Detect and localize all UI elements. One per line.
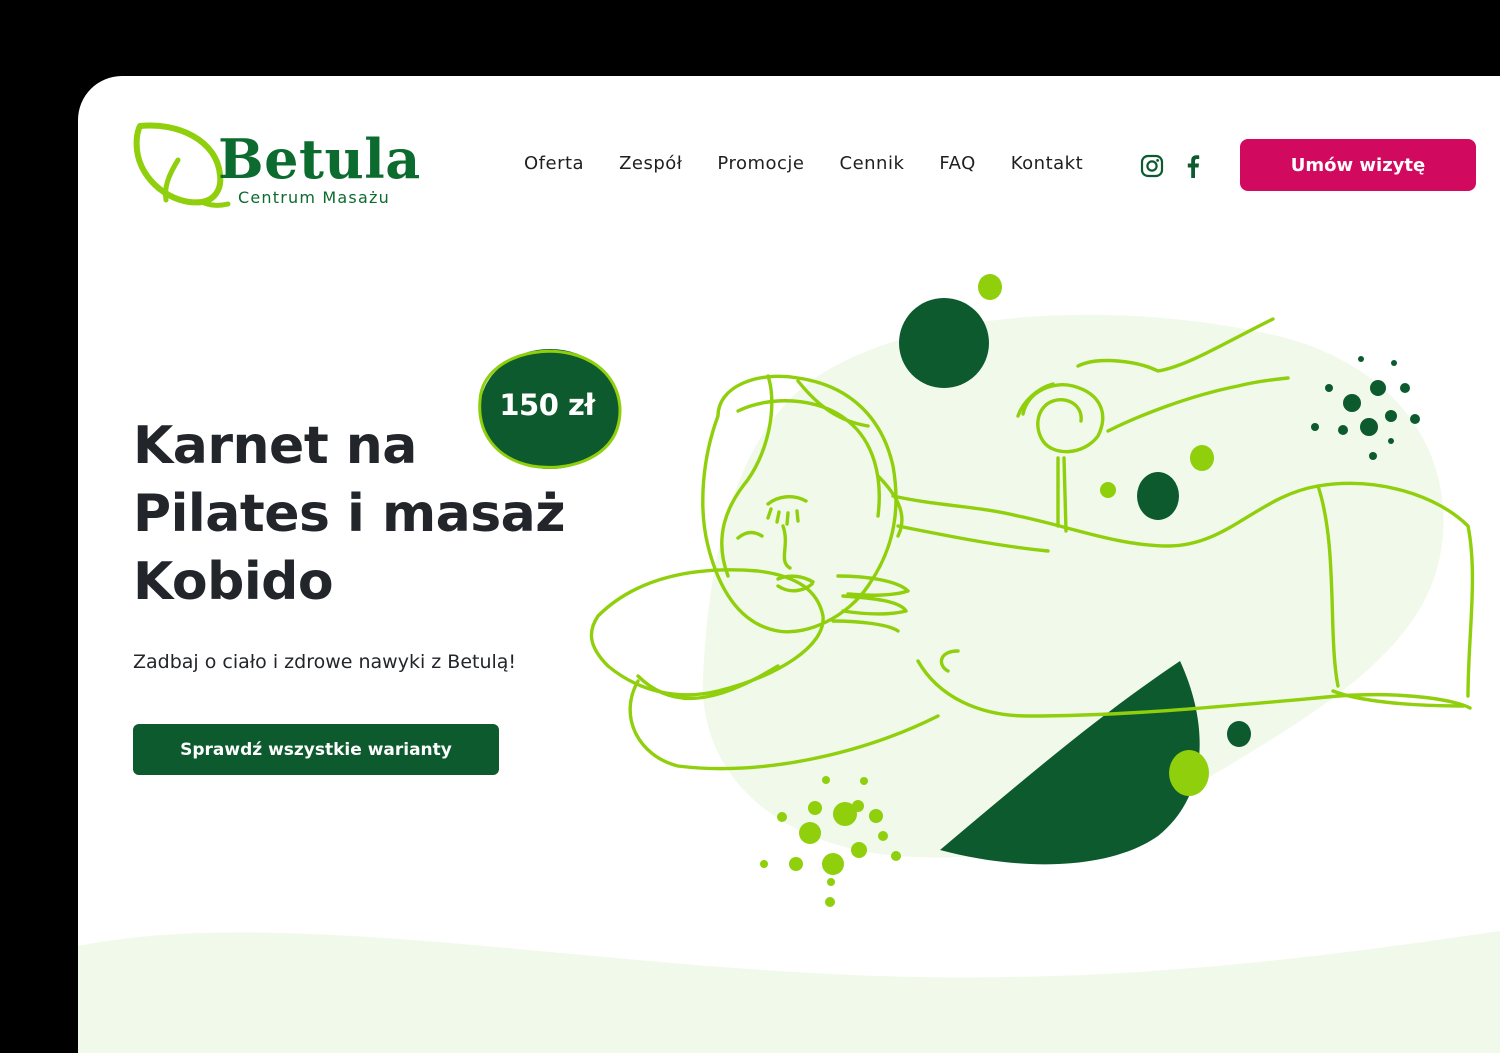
nav-item-promocje[interactable]: Promocje (717, 152, 804, 176)
nav-item-zespol[interactable]: Zespół (619, 152, 682, 176)
instagram-icon[interactable] (1140, 154, 1164, 178)
main-nav: Oferta Zespół Promocje Cennik FAQ Kontak… (524, 152, 1083, 176)
brand-tagline: Centrum Masażu (238, 188, 390, 207)
facebook-icon[interactable] (1184, 154, 1202, 178)
view-variants-button[interactable]: Sprawdź wszystkie warianty (133, 724, 499, 775)
hero-subtitle: Zadbaj o ciało i zdrowe nawyki z Betulą! (133, 651, 517, 673)
nav-item-cennik[interactable]: Cennik (840, 152, 905, 176)
book-visit-button[interactable]: Umów wizytę (1240, 139, 1476, 191)
hero-title: Karnet na Pilates i masaż Kobido (133, 416, 566, 612)
brand-name: Betula (218, 127, 421, 191)
brand-logo[interactable]: Betula Centrum Masażu (132, 120, 420, 216)
nav-item-oferta[interactable]: Oferta (524, 152, 584, 176)
nav-item-kontakt[interactable]: Kontakt (1011, 152, 1083, 176)
nav-item-faq[interactable]: FAQ (939, 152, 975, 176)
bottom-wave-decoration (78, 931, 1500, 1053)
page-card: Betula Centrum Masażu Oferta Zespół Prom… (78, 76, 1500, 1053)
